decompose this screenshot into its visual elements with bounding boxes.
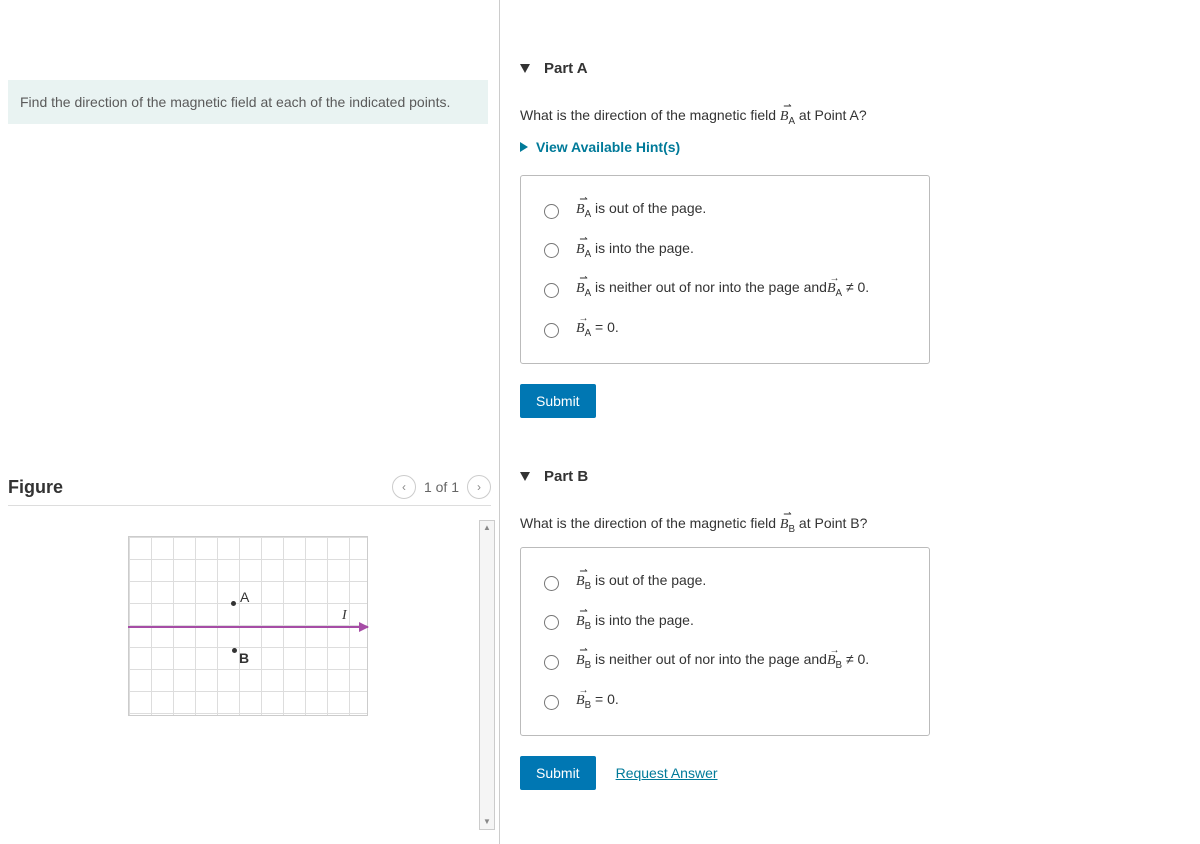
part-b-radio-1[interactable]: [544, 576, 559, 591]
part-a-title: Part A: [544, 60, 588, 77]
point-b-label: B: [239, 650, 249, 666]
part-b-options: ⇀BB is out of the page. ⇀BB is into the …: [520, 547, 930, 736]
point-b-dot: [232, 648, 237, 653]
point-a-label: A: [240, 589, 249, 605]
left-pane: Find the direction of the magnetic field…: [0, 0, 500, 844]
part-a-option-4[interactable]: →BA = 0.: [539, 319, 911, 339]
figure-next-button[interactable]: ›: [467, 475, 491, 499]
figure-pager: ‹ 1 of 1 ›: [392, 475, 491, 499]
scroll-up-icon[interactable]: ▲: [480, 521, 494, 535]
part-b-radio-2[interactable]: [544, 615, 559, 630]
part-b-header[interactable]: Part B: [520, 468, 1180, 485]
current-label: I: [342, 608, 347, 624]
current-wire: [128, 626, 368, 628]
part-b-submit-button[interactable]: Submit: [520, 756, 596, 790]
part-b-option-4-label: →BB = 0.: [576, 691, 619, 711]
right-pane: Part A What is the direction of the magn…: [500, 0, 1200, 844]
hints-label: View Available Hint(s): [536, 139, 680, 155]
part-a-submit-button[interactable]: Submit: [520, 384, 596, 418]
part-a-header[interactable]: Part A: [520, 60, 1180, 77]
collapse-icon: [520, 472, 530, 481]
scroll-down-icon[interactable]: ▼: [480, 815, 494, 829]
point-a-dot: [231, 601, 236, 606]
part-b-option-2[interactable]: ⇀BB is into the page.: [539, 612, 911, 632]
part-b-option-2-label: ⇀BB is into the page.: [576, 612, 694, 632]
figure-section: Figure ‹ 1 of 1 › A B I: [8, 475, 491, 716]
figure-prev-button[interactable]: ‹: [392, 475, 416, 499]
part-b-option-1-label: ⇀BB is out of the page.: [576, 572, 706, 592]
figure-pager-label: 1 of 1: [424, 479, 459, 495]
part-b-radio-3[interactable]: [544, 655, 559, 670]
part-a-option-4-label: →BA = 0.: [576, 319, 619, 339]
part-a-option-2-label: ⇀BA is into the page.: [576, 240, 694, 260]
part-a-radio-2[interactable]: [544, 243, 559, 258]
part-a-options: ⇀BA is out of the page. ⇀BA is into the …: [520, 175, 930, 364]
figure-title: Figure: [8, 477, 63, 498]
figure-image: A B I: [128, 536, 368, 716]
part-a-radio-1[interactable]: [544, 204, 559, 219]
part-b-option-4[interactable]: →BB = 0.: [539, 691, 911, 711]
figure-scrollbar[interactable]: ▲ ▼: [479, 520, 495, 830]
view-hints-link[interactable]: View Available Hint(s): [520, 139, 1180, 155]
part-a-radio-4[interactable]: [544, 323, 559, 338]
chevron-right-icon: [520, 142, 528, 152]
request-answer-link[interactable]: Request Answer: [616, 765, 718, 781]
part-b-option-3-label: ⇀BB is neither out of nor into the page …: [576, 651, 869, 671]
part-b-radio-4[interactable]: [544, 695, 559, 710]
part-b-submit-row: Submit Request Answer: [520, 756, 1180, 790]
collapse-icon: [520, 64, 530, 73]
part-b-option-1[interactable]: ⇀BB is out of the page.: [539, 572, 911, 592]
part-a-submit-row: Submit: [520, 384, 1180, 418]
part-a-option-2[interactable]: ⇀BA is into the page.: [539, 240, 911, 260]
problem-statement: Find the direction of the magnetic field…: [8, 80, 488, 124]
part-a-question: What is the direction of the magnetic fi…: [520, 107, 1180, 127]
part-a-option-1-label: ⇀BA is out of the page.: [576, 200, 706, 220]
part-a-radio-3[interactable]: [544, 283, 559, 298]
part-a-option-1[interactable]: ⇀BA is out of the page.: [539, 200, 911, 220]
part-a-option-3[interactable]: ⇀BA is neither out of nor into the page …: [539, 279, 911, 299]
part-b-option-3[interactable]: ⇀BB is neither out of nor into the page …: [539, 651, 911, 671]
part-b-question: What is the direction of the magnetic fi…: [520, 515, 1180, 535]
part-a-option-3-label: ⇀BA is neither out of nor into the page …: [576, 279, 869, 299]
figure-header: Figure ‹ 1 of 1 ›: [8, 475, 491, 506]
part-b-title: Part B: [544, 468, 588, 485]
